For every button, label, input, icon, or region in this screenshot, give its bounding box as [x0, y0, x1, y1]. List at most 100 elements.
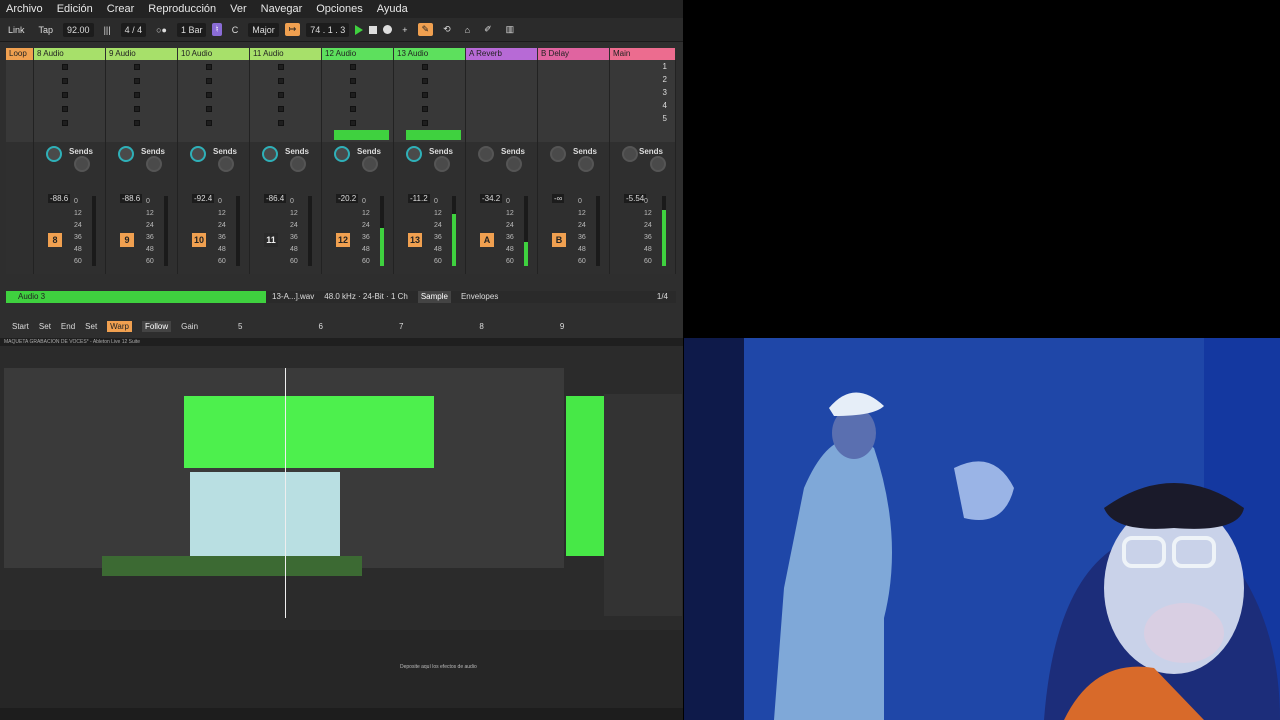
scene-number[interactable]: 1 [663, 62, 667, 71]
position-field[interactable]: 74 . 1 . 3 [306, 22, 350, 37]
volume-readout[interactable]: -20.2 [336, 194, 359, 203]
volume-readout[interactable]: -92.4 [192, 194, 215, 203]
send-b-knob[interactable] [434, 156, 450, 172]
send-b-knob[interactable] [146, 156, 162, 172]
send-b-knob[interactable] [218, 156, 234, 172]
clip-slot-stop-icon[interactable] [206, 106, 212, 112]
metronome-icon[interactable]: ||| [100, 24, 115, 36]
track-activator[interactable]: 12 [336, 233, 350, 247]
send-a-knob[interactable] [334, 146, 350, 162]
send-b-knob[interactable] [362, 156, 378, 172]
stop-icon[interactable] [369, 25, 378, 34]
menu-item-3[interactable]: Reproducción [148, 3, 216, 15]
menu-item-1[interactable]: Edición [57, 3, 93, 15]
clip-slot-stop-icon[interactable] [62, 64, 68, 70]
track-activator[interactable]: A [480, 233, 494, 247]
scene-number[interactable]: 2 [663, 75, 667, 84]
clip-slot-stop-icon[interactable] [350, 78, 356, 84]
clip-slot-stop-icon[interactable] [134, 64, 140, 70]
clip-slot-stop-icon[interactable] [278, 64, 284, 70]
clip-slot-column[interactable] [34, 60, 106, 142]
draw-icon[interactable]: ✐ [480, 23, 496, 36]
track-header[interactable]: 13 Audio [394, 48, 466, 60]
volume-readout[interactable]: -∞ [552, 194, 565, 203]
track-activator[interactable]: B [552, 233, 566, 247]
tap-button[interactable]: Tap [35, 24, 58, 36]
send-b-knob[interactable] [290, 156, 306, 172]
clip-name[interactable]: Audio 3 [6, 291, 266, 303]
track-header[interactable]: Loop [6, 48, 34, 60]
send-a-knob[interactable] [622, 146, 638, 162]
grid-setting[interactable]: 1/4 [657, 291, 676, 303]
send-a-knob[interactable] [118, 146, 134, 162]
arrangement-record-icon[interactable]: ↦ [284, 23, 301, 36]
menu-item-4[interactable]: Ver [230, 3, 247, 15]
clip-slot-stop-icon[interactable] [62, 92, 68, 98]
scene-number[interactable]: 4 [663, 101, 667, 110]
signature-field[interactable]: 4 / 4 [120, 22, 147, 37]
track-activator[interactable]: 10 [192, 233, 206, 247]
clip-slot-stop-icon[interactable] [206, 120, 212, 126]
key-select[interactable]: C [228, 24, 243, 36]
volume-readout[interactable]: -86.4 [264, 194, 287, 203]
clip-slot-column[interactable] [106, 60, 178, 142]
menu-item-0[interactable]: Archivo [6, 3, 43, 15]
track-header[interactable]: A Reverb [466, 48, 538, 60]
playing-clip[interactable] [406, 130, 461, 140]
clip-slot-column[interactable]: 1 2 3 4 5 [610, 60, 676, 142]
warp-button[interactable]: Warp [107, 320, 132, 332]
clip-slot-column[interactable] [394, 60, 466, 142]
clip-slot-stop-icon[interactable] [206, 92, 212, 98]
set-end-button[interactable]: Set [85, 322, 97, 331]
send-a-knob[interactable] [46, 146, 62, 162]
clip-slot-column[interactable] [538, 60, 610, 142]
clip-slot-stop-icon[interactable] [350, 106, 356, 112]
clip-slot-stop-icon[interactable] [422, 106, 428, 112]
audio-clip-dark[interactable] [102, 556, 362, 576]
audio-clip-selected[interactable] [190, 472, 340, 556]
clip-slot-stop-icon[interactable] [422, 92, 428, 98]
scene-number[interactable]: 3 [663, 88, 667, 97]
menu-item-7[interactable]: Ayuda [377, 3, 408, 15]
clip-slot-stop-icon[interactable] [278, 92, 284, 98]
clip-slot-stop-icon[interactable] [206, 64, 212, 70]
track-activator[interactable]: 9 [120, 233, 134, 247]
send-a-knob[interactable] [550, 146, 566, 162]
send-b-knob[interactable] [650, 156, 666, 172]
cpu-meter-icon[interactable]: ▥ [502, 23, 519, 36]
tab-sample[interactable]: Sample [417, 291, 451, 303]
send-b-knob[interactable] [74, 156, 90, 172]
track-header[interactable]: 11 Audio [250, 48, 322, 60]
follow-button[interactable]: Follow [142, 320, 172, 332]
clip-slot-stop-icon[interactable] [422, 78, 428, 84]
clip-slot-stop-icon[interactable] [350, 120, 356, 126]
track-activator[interactable]: 8 [48, 233, 62, 247]
clip-slot-stop-icon[interactable] [134, 78, 140, 84]
clip-slot-column[interactable] [322, 60, 394, 142]
automation-icon[interactable]: ✎ [417, 23, 434, 36]
track-header[interactable]: Main [610, 48, 676, 60]
play-icon[interactable] [355, 24, 364, 35]
send-a-knob[interactable] [262, 146, 278, 162]
clip-slot-stop-icon[interactable] [422, 64, 428, 70]
follow-icon[interactable]: ○● [152, 24, 171, 36]
clip-slot-column[interactable] [466, 60, 538, 142]
quantize-select[interactable]: 1 Bar [176, 22, 207, 37]
send-a-knob[interactable] [190, 146, 206, 162]
clip-slot-column[interactable] [178, 60, 250, 142]
scene-number[interactable]: 5 [663, 114, 667, 123]
link-button[interactable]: Link [4, 24, 29, 36]
overdub-icon[interactable]: + [398, 24, 411, 36]
clip-slot-column[interactable] [250, 60, 322, 142]
tab-envelopes[interactable]: Envelopes [461, 291, 498, 303]
clip-slot-stop-icon[interactable] [350, 92, 356, 98]
arrangement-view[interactable] [4, 368, 564, 618]
volume-readout[interactable]: -34.2 [480, 194, 503, 203]
set-start-button[interactable]: Set [39, 322, 51, 331]
track-header[interactable]: 12 Audio [322, 48, 394, 60]
menu-item-6[interactable]: Opciones [316, 3, 362, 15]
clip-slot-stop-icon[interactable] [134, 106, 140, 112]
clip-slot-stop-icon[interactable] [62, 78, 68, 84]
clip-slot-stop-icon[interactable] [134, 92, 140, 98]
clip-slot-column[interactable] [6, 60, 34, 142]
